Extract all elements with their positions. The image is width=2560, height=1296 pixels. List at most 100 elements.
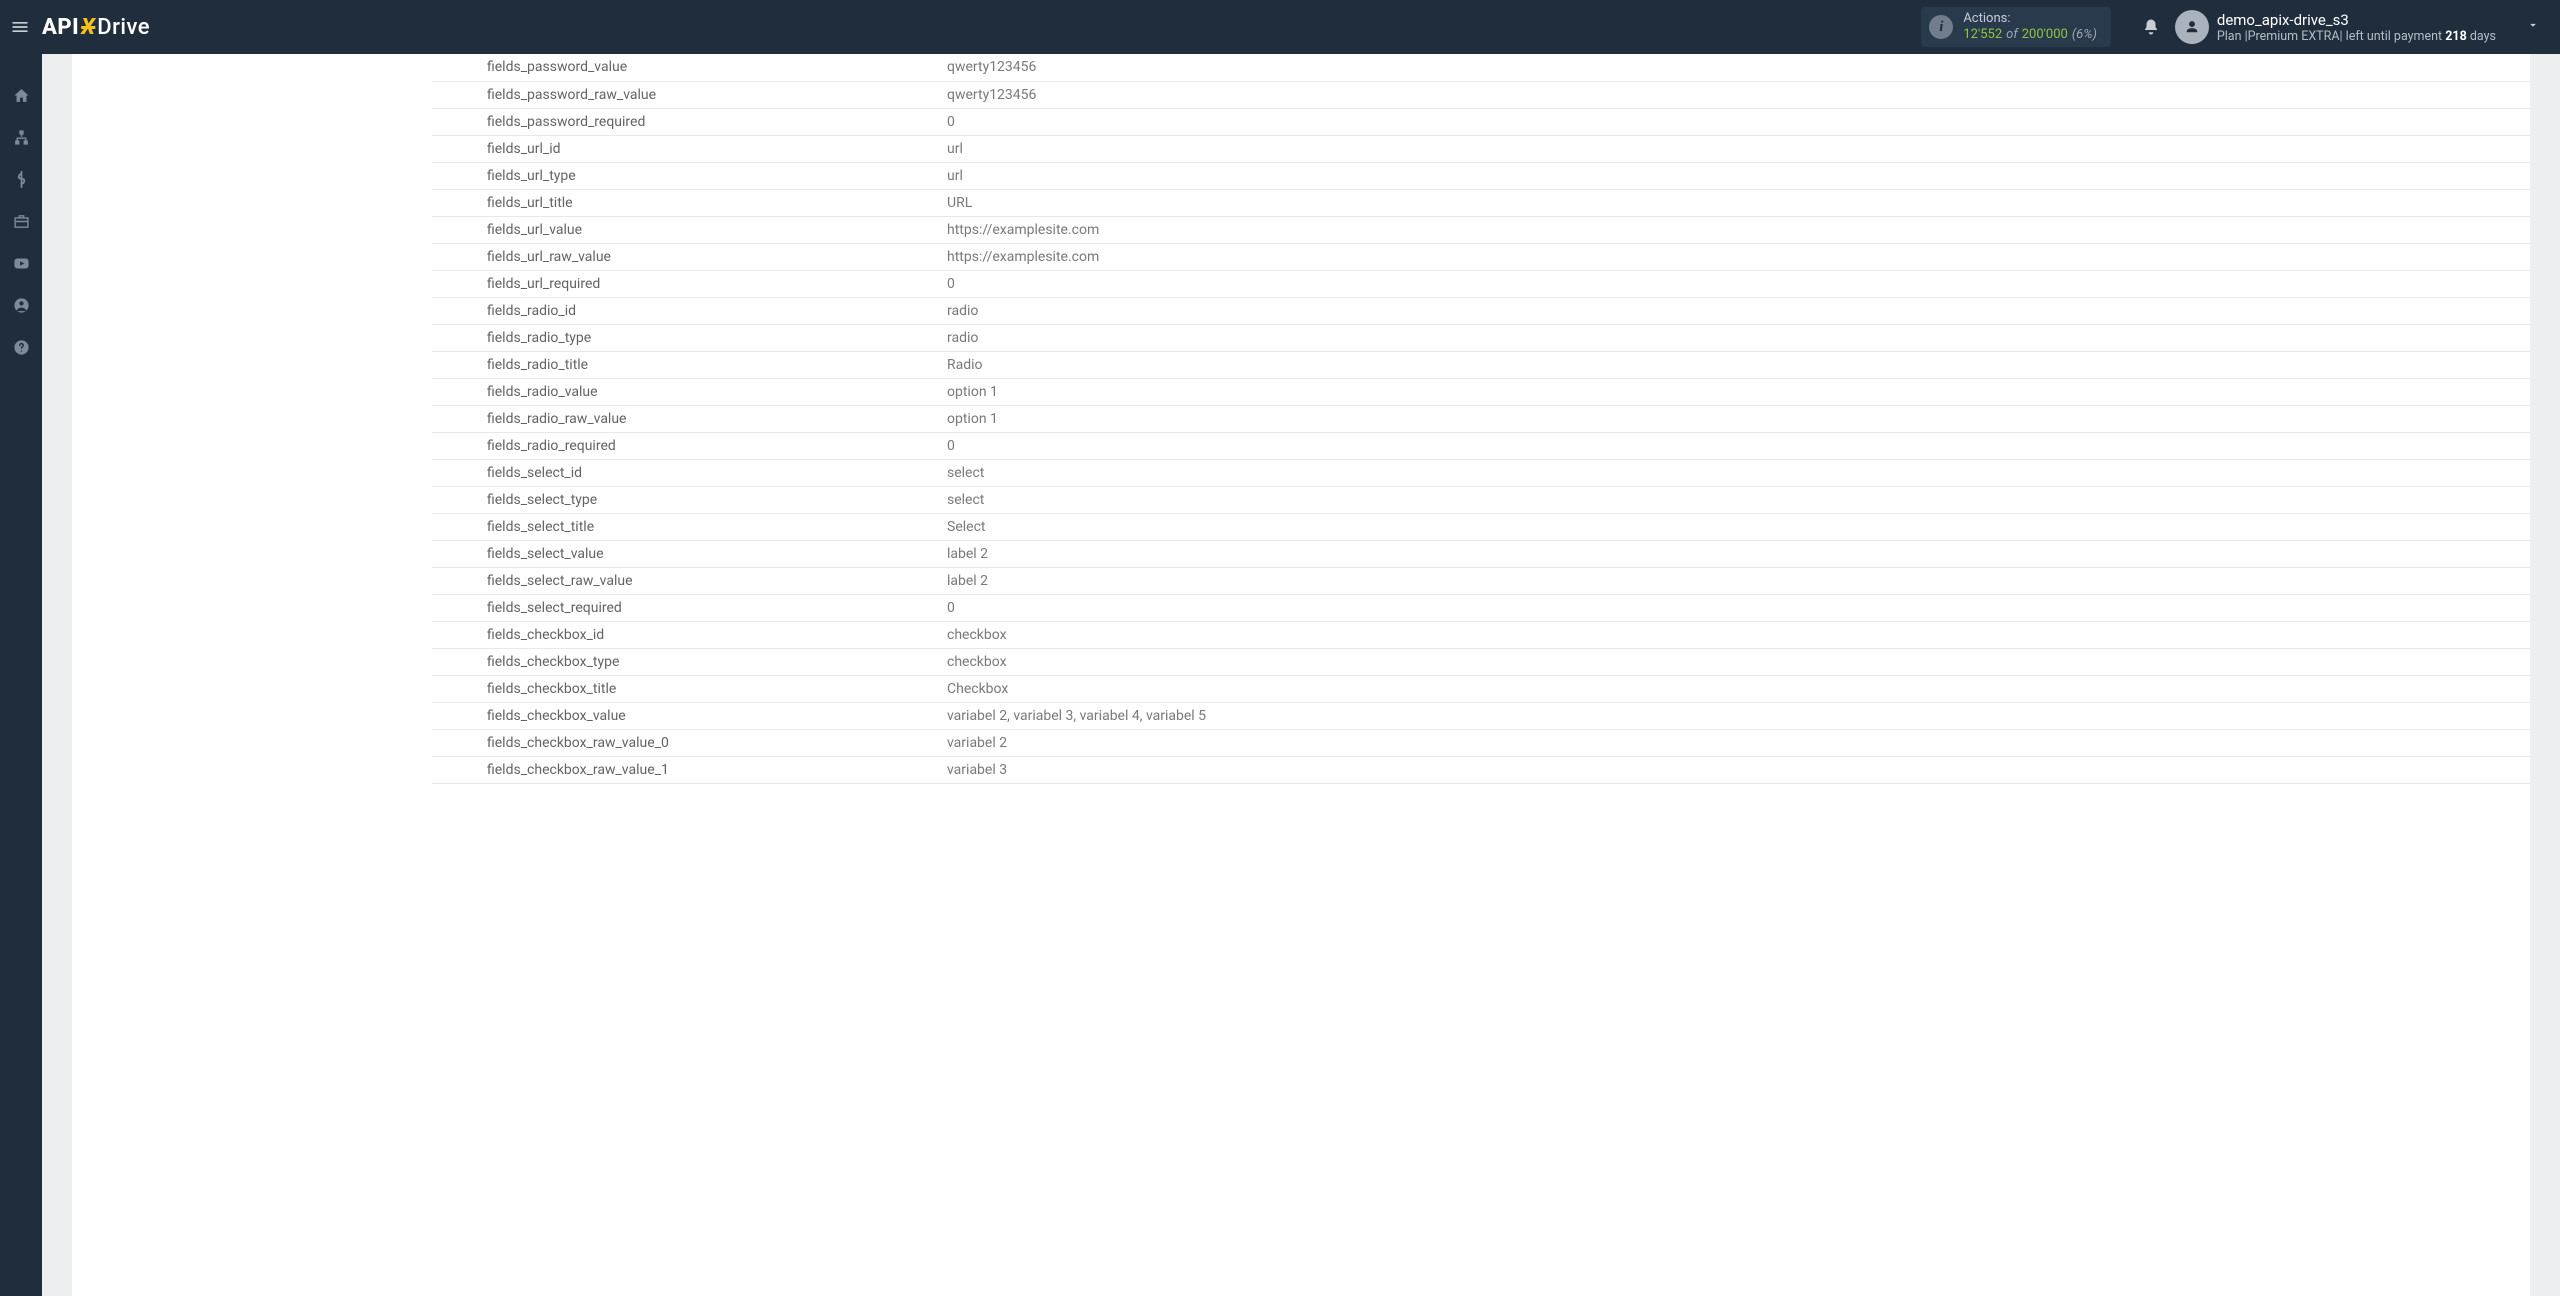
field-value: radio: [937, 297, 2530, 324]
top-navbar: APIXDrive i Actions: 12'552of200'000(6%)…: [0, 0, 2560, 54]
sidebar-item-help[interactable]: [0, 326, 42, 368]
field-value: Radio: [937, 351, 2530, 378]
question-icon: [13, 339, 30, 356]
plan-mid: | left until payment: [2340, 29, 2446, 44]
actions-used: 12'552: [1963, 27, 2002, 42]
logo[interactable]: APIXDrive: [40, 0, 165, 54]
field-key: fields_checkbox_type: [432, 648, 937, 675]
field-key: fields_checkbox_value: [432, 702, 937, 729]
chevron-down-icon: [2526, 18, 2540, 32]
field-key: fields_password_raw_value: [432, 81, 937, 108]
menu-toggle-button[interactable]: [0, 17, 40, 37]
field-value: select: [937, 459, 2530, 486]
table-row: fields_url_required0: [432, 270, 2530, 297]
table-row: fields_password_valueqwerty123456: [432, 54, 2530, 81]
right-panel: fields_password_valueqwerty123456fields_…: [432, 54, 2530, 1296]
field-value: https://examplesite.com: [937, 216, 2530, 243]
field-value: https://examplesite.com: [937, 243, 2530, 270]
plan-name: Premium EXTRA: [2248, 29, 2340, 44]
field-key: fields_select_type: [432, 486, 937, 513]
field-key: fields_radio_id: [432, 297, 937, 324]
table-row: fields_select_typeselect: [432, 486, 2530, 513]
actions-counter[interactable]: i Actions: 12'552of200'000(6%): [1921, 7, 2111, 47]
table-row: fields_password_raw_valueqwerty123456: [432, 81, 2530, 108]
table-row: fields_checkbox_valuevariabel 2, variabe…: [432, 702, 2530, 729]
plan-suffix: days: [2467, 29, 2496, 44]
field-key: fields_checkbox_raw_value_1: [432, 756, 937, 783]
plan-line: Plan |Premium EXTRA| left until payment …: [2217, 29, 2496, 44]
table-row: fields_checkbox_raw_value_0variabel 2: [432, 729, 2530, 756]
left-panel: [72, 54, 432, 1296]
sidebar-item-connections[interactable]: [0, 116, 42, 158]
field-key: fields_url_title: [432, 189, 937, 216]
table-row: fields_radio_raw_valueoption 1: [432, 405, 2530, 432]
actions-of: of: [2002, 27, 2022, 42]
user-menu-chevron[interactable]: [2506, 18, 2560, 36]
field-value: qwerty123456: [937, 54, 2530, 81]
youtube-icon: [13, 255, 30, 272]
field-value: variabel 2, variabel 3, variabel 4, vari…: [937, 702, 2530, 729]
logo-text-x: X: [79, 15, 97, 40]
field-value: URL: [937, 189, 2530, 216]
field-key: fields_select_required: [432, 594, 937, 621]
logo-text-drive: Drive: [97, 15, 150, 40]
sitemap-icon: [13, 129, 30, 146]
field-value: 0: [937, 432, 2530, 459]
table-row: fields_checkbox_raw_value_1variabel 3: [432, 756, 2530, 783]
table-row: fields_select_idselect: [432, 459, 2530, 486]
field-key: fields_radio_value: [432, 378, 937, 405]
field-value: label 2: [937, 567, 2530, 594]
table-row: fields_select_valuelabel 2: [432, 540, 2530, 567]
field-value: 0: [937, 108, 2530, 135]
field-value: select: [937, 486, 2530, 513]
sidebar: [0, 54, 42, 1296]
field-value: checkbox: [937, 648, 2530, 675]
field-value: Checkbox: [937, 675, 2530, 702]
sidebar-item-account[interactable]: [0, 284, 42, 326]
field-value: url: [937, 135, 2530, 162]
plan-prefix: Plan |: [2217, 29, 2248, 44]
bell-icon: [2142, 18, 2160, 36]
user-menu[interactable]: demo_apix-drive_s3 Plan |Premium EXTRA| …: [2171, 10, 2496, 44]
table-row: fields_checkbox_idcheckbox: [432, 621, 2530, 648]
field-key: fields_url_type: [432, 162, 937, 189]
hamburger-icon: [10, 17, 30, 37]
sidebar-item-home[interactable]: [0, 74, 42, 116]
table-row: fields_select_titleSelect: [432, 513, 2530, 540]
field-key: fields_url_id: [432, 135, 937, 162]
fields-table: fields_password_valueqwerty123456fields_…: [432, 54, 2530, 784]
sidebar-item-video[interactable]: [0, 242, 42, 284]
field-value: 0: [937, 270, 2530, 297]
home-icon: [13, 87, 30, 104]
actions-total: 200'000: [2022, 27, 2068, 42]
field-value: 0: [937, 594, 2530, 621]
table-row: fields_url_valuehttps://examplesite.com: [432, 216, 2530, 243]
field-key: fields_radio_title: [432, 351, 937, 378]
field-value: label 2: [937, 540, 2530, 567]
table-row: fields_radio_typeradio: [432, 324, 2530, 351]
briefcase-icon: [13, 213, 30, 230]
field-key: fields_password_value: [432, 54, 937, 81]
sidebar-item-billing[interactable]: [0, 158, 42, 200]
field-value: Select: [937, 513, 2530, 540]
user-icon: [2185, 20, 2199, 34]
field-value: radio: [937, 324, 2530, 351]
actions-label: Actions:: [1963, 11, 2097, 27]
sidebar-item-tools[interactable]: [0, 200, 42, 242]
field-key: fields_select_raw_value: [432, 567, 937, 594]
user-text: demo_apix-drive_s3 Plan |Premium EXTRA| …: [2217, 11, 2496, 44]
field-value: variabel 2: [937, 729, 2530, 756]
table-row: fields_checkbox_titleCheckbox: [432, 675, 2530, 702]
table-row: fields_select_required0: [432, 594, 2530, 621]
field-key: fields_url_raw_value: [432, 243, 937, 270]
user-circle-icon: [13, 297, 30, 314]
actions-pct: (6%): [2068, 27, 2097, 42]
field-key: fields_radio_raw_value: [432, 405, 937, 432]
table-row: fields_password_required0: [432, 108, 2530, 135]
dollar-icon: [13, 171, 30, 188]
table-row: fields_url_idurl: [432, 135, 2530, 162]
panel-wrap: fields_password_valueqwerty123456fields_…: [72, 54, 2530, 1296]
notifications-button[interactable]: [2131, 18, 2171, 36]
field-value: qwerty123456: [937, 81, 2530, 108]
field-value: checkbox: [937, 621, 2530, 648]
